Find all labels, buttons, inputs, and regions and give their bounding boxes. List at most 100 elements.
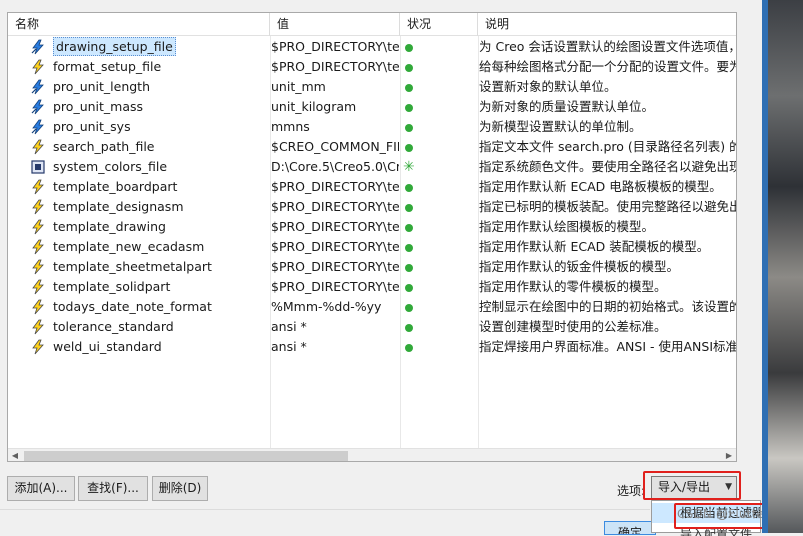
option-description: 指定用作默认的钣金件模板的模型。 <box>479 259 680 274</box>
option-name-text: weld_ui_standard <box>53 339 162 354</box>
table-row[interactable]: system_colors_file D:\Core.5\Creo5.0\Cre ✳… <box>8 157 736 177</box>
option-value: unit_mm <box>271 79 326 94</box>
option-description: 为 Creo 会话设置默认的绘图设置文件选项值，若 <box>479 39 737 54</box>
option-name: pro_unit_mass <box>53 97 267 117</box>
table-row[interactable]: search_path_file $CREO_COMMON_FIL 指定文本文件 s… <box>8 137 736 157</box>
table-row[interactable]: pro_unit_length unit_mm 设置新对象的默认单位。 <box>8 77 736 97</box>
table-row[interactable]: template_designasm $PRO_DIRECTORY\ten 指定已标… <box>8 197 736 217</box>
table-row[interactable]: template_solidpart $PRO_DIRECTORY\ten 指定用作… <box>8 277 736 297</box>
option-value: ansi * <box>271 339 307 354</box>
option-name-text: tolerance_standard <box>53 319 174 334</box>
table-row[interactable]: template_sheetmetalpart $PRO_DIRECTORY\te… <box>8 257 736 277</box>
status-icon <box>401 297 477 317</box>
lightning-icon <box>30 259 46 275</box>
lightning-icon <box>30 219 46 235</box>
scrollbar-thumb[interactable] <box>24 451 348 461</box>
option-name: template_new_ecadasm <box>53 237 267 257</box>
find-button[interactable]: 查找(F)... <box>78 476 148 501</box>
option-name: template_designasm <box>53 197 267 217</box>
option-value: %Mmm-%dd-%yy <box>271 299 382 314</box>
status-icon <box>401 217 477 237</box>
option-name: template_solidpart <box>53 277 267 297</box>
blue-lightning-icon <box>30 79 46 95</box>
option-name-text: drawing_setup_file <box>53 37 176 56</box>
horizontal-scrollbar[interactable]: ◀ ▶ <box>8 448 736 461</box>
lightning-icon <box>30 179 46 195</box>
window-edge <box>762 0 768 533</box>
option-description: 为新对象的质量设置默认单位。 <box>479 99 655 114</box>
header-description[interactable]: 说明 <box>478 13 736 36</box>
option-value: $PRO_DIRECTORY\tex <box>271 59 399 74</box>
scroll-left-icon[interactable]: ◀ <box>8 450 22 461</box>
table-row[interactable]: template_drawing $PRO_DIRECTORY\ten 指定用作默认… <box>8 217 736 237</box>
option-value: $PRO_DIRECTORY\ten <box>271 199 399 214</box>
lightning-icon <box>30 299 46 315</box>
option-value: $PRO_DIRECTORY\ten <box>271 239 399 254</box>
option-description: 指定已标明的模板装配。使用完整路径以避免出现 <box>479 199 737 214</box>
option-description: 指定系统颜色文件。要使用全路径名以避免出现问 <box>479 159 737 174</box>
scroll-right-icon[interactable]: ▶ <box>722 450 736 461</box>
option-description: 设置新对象的默认单位。 <box>479 79 617 94</box>
option-name-text: search_path_file <box>53 139 155 154</box>
lightning-icon <box>30 139 46 155</box>
option-name-text: pro_unit_mass <box>53 99 144 114</box>
option-description: 指定文本文件 search.pro (目录路径名列表) 的路 <box>479 139 737 154</box>
option-name-text: template_solidpart <box>53 279 171 294</box>
table-row[interactable]: template_boardpart $PRO_DIRECTORY\ten 指定用作… <box>8 177 736 197</box>
status-icon <box>401 277 477 297</box>
option-name: template_sheetmetalpart <box>53 257 267 277</box>
option-description: 指定用作默认新 ECAD 装配模板的模型。 <box>479 239 710 254</box>
status-icon <box>401 177 477 197</box>
option-name: system_colors_file <box>53 157 267 177</box>
option-name-text: pro_unit_length <box>53 79 151 94</box>
header-status[interactable]: 状况 <box>400 13 478 36</box>
option-name-text: format_setup_file <box>53 59 162 74</box>
table-row[interactable]: tolerance_standard ansi * 设置创建模型时使用的公差标准。 <box>8 317 736 337</box>
option-name-text: template_drawing <box>53 219 166 234</box>
options-label-text: 选项 <box>617 484 642 498</box>
header-name[interactable]: 名称 <box>8 13 270 36</box>
option-name: pro_unit_length <box>53 77 267 97</box>
table-row[interactable]: template_new_ecadasm $PRO_DIRECTORY\ten 指定… <box>8 237 736 257</box>
option-name: search_path_file <box>53 137 267 157</box>
status-icon <box>401 197 477 217</box>
delete-button[interactable]: 删除(D) <box>152 476 208 501</box>
options-label: 选项: <box>617 484 646 498</box>
option-name-text: template_new_ecadasm <box>53 239 205 254</box>
status-icon <box>401 117 477 137</box>
option-value: $PRO_DIRECTORY\ten <box>271 219 399 234</box>
table-row[interactable]: pro_unit_sys mmns 为新模型设置默认的单位制。 <box>8 117 736 137</box>
option-description: 指定用作默认的零件模板的模型。 <box>479 279 667 294</box>
option-value: ansi * <box>271 319 307 334</box>
option-name-text: pro_unit_sys <box>53 119 131 134</box>
option-name: todays_date_note_format <box>53 297 267 317</box>
table-row[interactable]: drawing_setup_file $PRO_DIRECTORY\tex 为 Cr… <box>8 37 736 57</box>
lightning-icon <box>30 339 46 355</box>
status-icon <box>401 57 477 77</box>
option-value: unit_kilogram <box>271 99 357 114</box>
option-description: 指定用作默认新 ECAD 电路板模板的模型。 <box>479 179 722 194</box>
lightning-icon <box>30 279 46 295</box>
lightning-icon <box>30 199 46 215</box>
option-name-text: todays_date_note_format <box>53 299 212 314</box>
option-value: mmns <box>271 119 310 134</box>
option-name: template_boardpart <box>53 177 267 197</box>
add-button[interactable]: 添加(A)... <box>7 476 75 501</box>
option-description: 为新模型设置默认的单位制。 <box>479 119 642 134</box>
table-row[interactable]: format_setup_file $PRO_DIRECTORY\tex 给每种绘图… <box>8 57 736 77</box>
status-icon <box>401 137 477 157</box>
option-value: $CREO_COMMON_FIL <box>271 139 399 154</box>
option-name: format_setup_file <box>53 57 267 77</box>
background-image-strip <box>762 0 803 533</box>
table-row[interactable]: pro_unit_mass unit_kilogram 为新对象的质量设置默认单位。 <box>8 97 736 117</box>
status-icon <box>401 317 477 337</box>
header-value[interactable]: 值 <box>270 13 400 36</box>
options-dialog: 名称 值 状况 说明 drawing_setup_file $PRO_DIRECT… <box>0 0 788 536</box>
lightning-icon <box>30 59 46 75</box>
option-name: drawing_setup_file <box>53 37 267 57</box>
lightning-icon <box>30 319 46 335</box>
table-row[interactable]: weld_ui_standard ansi * 指定焊接用户界面标准。ANSI - … <box>8 337 736 357</box>
option-name-text: template_designasm <box>53 199 184 214</box>
table-row[interactable]: todays_date_note_format %Mmm-%dd-%yy 控制显示在… <box>8 297 736 317</box>
status-icon <box>401 257 477 277</box>
